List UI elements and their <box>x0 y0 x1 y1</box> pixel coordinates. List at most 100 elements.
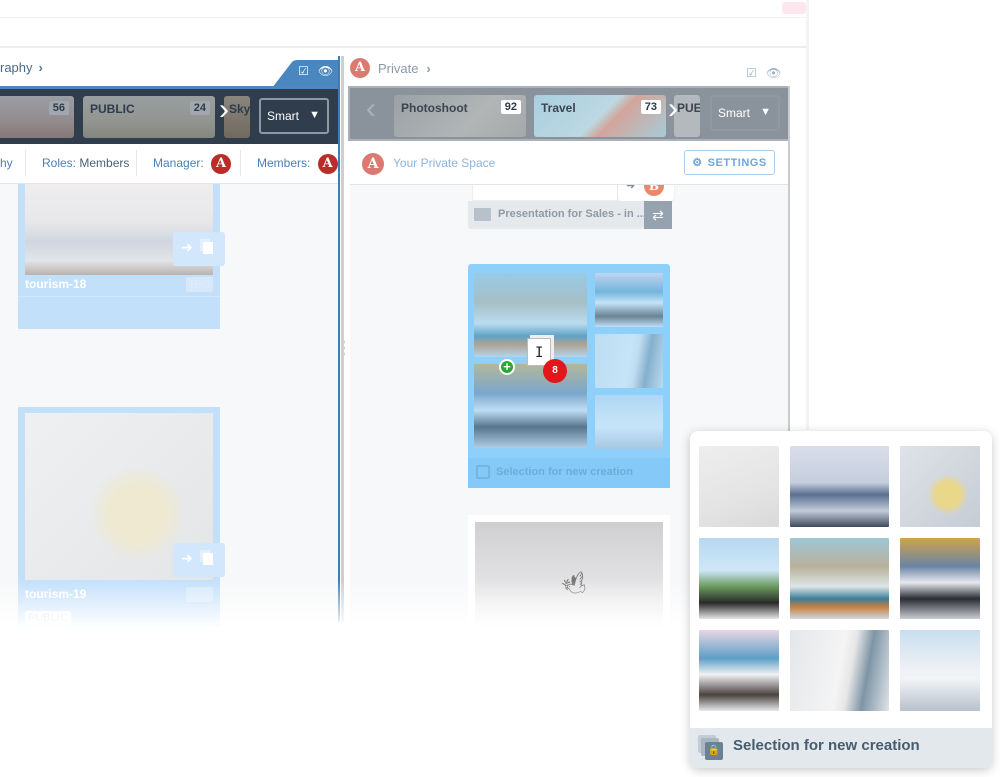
locked-stack-icon: 🔒 <box>698 735 724 761</box>
next-arrow-icon[interactable]: › <box>219 93 229 127</box>
collection-count: 24 <box>189 101 210 115</box>
settings-button[interactable]: ⚙ SETTINGS <box>684 150 775 175</box>
manager-avatar[interactable]: A <box>211 154 232 174</box>
toolbar <box>0 18 808 48</box>
presentation-card[interactable]: ➜ B Presentation for Sales - in ... ⇄ <box>468 185 674 239</box>
divider <box>18 296 220 297</box>
drag-preview-popup: 🔒 Selection for new creation <box>690 431 992 768</box>
eye-icon[interactable]: 👁 <box>318 64 333 78</box>
breadcrumb[interactable]: A Private › <box>350 58 431 78</box>
chevron-down-icon: ▼ <box>309 109 320 121</box>
collection-card-photoshoot[interactable]: Photoshoot 92 <box>394 95 526 137</box>
breadcrumb-label[interactable]: Private <box>378 61 418 76</box>
preview-photo-beach <box>790 538 889 619</box>
share-arrow-icon: ➜ <box>626 185 636 192</box>
collection-title: PUBLIC <box>90 102 135 116</box>
next-arrow-icon[interactable]: › <box>668 92 678 126</box>
text-cursor-icon: I <box>535 345 544 361</box>
prev-arrow-icon[interactable]: ‹ <box>366 92 376 126</box>
gear-icon: ⚙ <box>692 157 703 169</box>
asset-actions: ➜ <box>173 232 225 266</box>
preview-photo-eiffel <box>699 538 779 619</box>
left-panel-border <box>338 56 340 622</box>
panel-splitter[interactable] <box>341 56 344 622</box>
selection-label: Selection for new creation <box>496 466 633 478</box>
copy-icon[interactable] <box>203 242 213 254</box>
presentation-footer: Presentation for Sales - in ... ⇄ <box>468 201 672 229</box>
checkbox-icon[interactable]: ☑ <box>746 66 757 80</box>
collection-count: 92 <box>500 100 521 114</box>
info-truncated: hy <box>0 156 13 170</box>
checkbox-icon[interactable]: ☑ <box>298 64 309 78</box>
sort-select[interactable]: Smart ▼ <box>710 95 780 131</box>
breadcrumb-label[interactable]: raphy <box>0 60 33 75</box>
divider <box>25 150 26 176</box>
space-name: Your Private Space <box>393 156 496 170</box>
screen: raphy › ☑ 👁 56 PUBLIC 24 Sky › Smart ▼ h… <box>0 0 1000 777</box>
sort-select-value: Smart <box>267 109 300 123</box>
fade-overlay <box>0 580 808 640</box>
member-avatar[interactable]: A <box>317 154 338 174</box>
collection-card[interactable]: 56 <box>0 96 74 138</box>
asset-card[interactable]: tourism-18 JPG ➜ <box>18 184 225 329</box>
manager-field: Manager: A <box>153 154 232 174</box>
owner-avatar: A <box>362 153 384 175</box>
chevron-right-icon: › <box>38 60 43 75</box>
chevron-right-icon: › <box>426 60 431 76</box>
folder-icon <box>474 208 491 221</box>
collection-title: PUE <box>677 101 700 115</box>
notification-chip[interactable] <box>782 2 806 14</box>
panel-header-icons: ☑ 👁 <box>746 66 781 80</box>
eye-icon[interactable]: 👁 <box>766 66 781 80</box>
preview-photo-village <box>900 630 980 711</box>
selection-thumb <box>474 364 587 448</box>
preview-photo-santorini <box>699 630 779 711</box>
shared-with: ➜ B <box>618 185 674 201</box>
divider <box>136 150 137 176</box>
collection-count: 73 <box>640 100 661 114</box>
asset-grid: tourism-18 JPG ➜ tourism-19 JPG PUBLIC <box>0 184 338 632</box>
collection-title: Sky <box>229 102 250 116</box>
move-arrow-icon[interactable]: ➜ <box>181 550 193 567</box>
swap-icon[interactable]: ⇄ <box>644 201 672 229</box>
shared-user-avatar[interactable]: B <box>644 185 664 196</box>
sort-select[interactable]: Smart ▼ <box>259 98 329 134</box>
manager-label: Manager: <box>153 156 204 171</box>
settings-label: SETTINGS <box>707 156 767 169</box>
app-window: raphy › ☑ 👁 56 PUBLIC 24 Sky › Smart ▼ h… <box>0 0 809 640</box>
roles-field: Roles: Members <box>42 156 129 170</box>
collection-card-travel[interactable]: Travel 73 <box>534 95 666 137</box>
locked-stack-icon <box>476 465 490 479</box>
preview-photo-sailboat <box>790 630 889 711</box>
copy-icon[interactable] <box>203 553 213 565</box>
preview-photo-cliff <box>790 446 889 527</box>
collection-strip: ‹ Photoshoot 92 Travel 73 PUE › Smart ▼ <box>348 86 790 141</box>
owner-avatar: A <box>350 58 370 78</box>
selection-card[interactable]: Selection for new creation <box>468 264 670 488</box>
collection-card-public[interactable]: PUBLIC 24 <box>83 96 215 138</box>
selection-thumb <box>595 273 663 327</box>
collection-strip: 56 PUBLIC 24 Sky › Smart ▼ <box>0 86 340 144</box>
sort-select-value: Smart <box>718 106 751 120</box>
preview-photo-airport <box>900 538 980 619</box>
asset-name: tourism-18 <box>25 277 87 291</box>
drag-count-badge: 8 <box>545 361 565 381</box>
collection-title: Travel <box>541 101 576 115</box>
selection-thumb <box>595 395 663 449</box>
move-arrow-icon[interactable]: ➜ <box>181 239 193 256</box>
workspace-info-bar: A Your Private Space ⚙ SETTINGS <box>350 141 788 185</box>
preview-photo-laptop <box>699 446 779 527</box>
breadcrumb[interactable]: raphy › <box>0 60 43 75</box>
panel-tab: ☑ 👁 <box>272 60 340 88</box>
left-panel: raphy › ☑ 👁 56 PUBLIC 24 Sky › Smart ▼ h… <box>0 52 340 632</box>
preview-photo-map <box>900 446 980 527</box>
members-field: Members: A <box>257 154 338 174</box>
splitter-handle-icon[interactable] <box>341 340 347 360</box>
members-label: Members: <box>257 156 311 171</box>
top-bar <box>0 0 808 18</box>
asset-actions: ➜ <box>173 543 225 577</box>
workspace-info-bar: hy Roles: Members Manager: A Members: A <box>0 144 338 184</box>
collection-title: Photoshoot <box>401 101 468 115</box>
roles-label: Roles: <box>42 156 77 170</box>
collection-count: 56 <box>48 101 69 115</box>
